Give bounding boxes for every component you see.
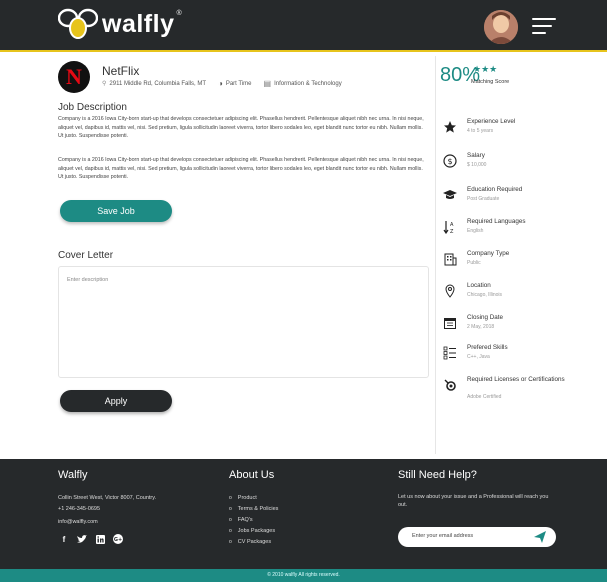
footer-about-column: About Us Product Terms & Policies FAQ's … bbox=[229, 469, 278, 548]
twitter-icon[interactable] bbox=[76, 534, 88, 544]
skills-value: C++, Java bbox=[467, 354, 490, 360]
footer-link-product[interactable]: Product bbox=[229, 493, 278, 504]
calendar-icon bbox=[444, 318, 456, 329]
location-value: Chicago, Illinois bbox=[467, 292, 503, 298]
copyright-bar: © 2010 walfly All rights reserved. bbox=[0, 569, 607, 582]
company-name[interactable]: NetFlix bbox=[102, 64, 139, 78]
sidebar-item-languages: AZ Required Languages English bbox=[440, 218, 580, 248]
social-links: f G+ bbox=[58, 534, 156, 544]
netflix-logo: N bbox=[58, 61, 90, 93]
licenses-value: Adobe Certified bbox=[467, 394, 502, 400]
apply-button[interactable]: Apply bbox=[60, 390, 172, 412]
job-address: 2911 Middle Rd, Columbia Falls, MT bbox=[109, 80, 206, 87]
logo-text: walfly bbox=[102, 9, 175, 38]
star-icon bbox=[444, 121, 456, 133]
svg-text:G+: G+ bbox=[114, 537, 122, 543]
sidebar-item-licenses: Required Licenses or Certifications Adob… bbox=[440, 376, 580, 410]
languages-title: Required Languages bbox=[467, 218, 526, 225]
logo-registered-mark: ® bbox=[176, 9, 183, 17]
sidebar-item-experience: Experience Level 4 to 5 years bbox=[440, 118, 580, 148]
footer-email[interactable]: info@walfly.com bbox=[58, 517, 156, 528]
education-title: Education Required bbox=[467, 186, 523, 193]
skills-title: Prefered Skills bbox=[467, 344, 508, 351]
sidebar-item-education: Education Required Post Graduate bbox=[440, 186, 580, 216]
top-header: walfly ® bbox=[0, 0, 607, 52]
matching-score-label: Matching Score bbox=[471, 79, 510, 85]
building-icon bbox=[444, 253, 457, 266]
location-title: Location bbox=[467, 282, 491, 289]
experience-title: Experience Level bbox=[467, 118, 516, 125]
dollar-icon: $ bbox=[443, 154, 457, 168]
cover-letter-placeholder: Enter description bbox=[67, 277, 109, 283]
footer-phone[interactable]: +1 246-345-0695 bbox=[58, 504, 156, 515]
skills-list-icon bbox=[443, 346, 456, 360]
footer-link-faqs[interactable]: FAQ's bbox=[229, 515, 278, 526]
footer-address: Collin Street West, Victor 8007, Country… bbox=[58, 495, 157, 501]
send-icon[interactable] bbox=[534, 531, 546, 543]
footer-link-terms[interactable]: Terms & Policies bbox=[229, 504, 279, 515]
newsletter-email-input[interactable]: Enter your email address bbox=[398, 527, 556, 547]
facebook-icon[interactable]: f bbox=[58, 534, 70, 544]
job-description-paragraph-1: Company is a 2016 Iowa City-born start-u… bbox=[58, 116, 424, 140]
job-meta: ⚲ 2911 Middle Rd, Columbia Falls, MT ◑ P… bbox=[102, 79, 348, 88]
footer-contact-column: Walfly Collin Street West, Victor 8007, … bbox=[58, 469, 156, 544]
footer-help-column: Still Need Help? Let us now about your i… bbox=[398, 469, 558, 509]
rating-stars-icon: ★★★ bbox=[473, 64, 498, 74]
footer-brand-heading: Walfly bbox=[58, 469, 88, 481]
location-pin-icon: ⚲ bbox=[102, 81, 107, 87]
location-pin-icon bbox=[445, 284, 455, 298]
company-type-title: Company Type bbox=[467, 250, 510, 257]
avatar-portrait-icon bbox=[484, 10, 518, 44]
google-plus-icon[interactable]: G+ bbox=[112, 534, 124, 544]
hamburger-menu-icon[interactable] bbox=[532, 18, 556, 36]
sidebar-item-company-type: Company Type Public bbox=[440, 250, 580, 280]
bee-logo-icon bbox=[58, 8, 98, 39]
job-description-paragraph-2: Company is a 2016 Iowa City-born start-u… bbox=[58, 157, 424, 181]
closing-date-title: Closing Date bbox=[467, 314, 504, 321]
footer-about-heading: About Us bbox=[229, 469, 275, 481]
company-type-value: Public bbox=[467, 260, 481, 266]
sidebar-item-location: Location Chicago, Illinois bbox=[440, 282, 580, 312]
user-avatar[interactable] bbox=[484, 10, 518, 44]
svg-text:Z: Z bbox=[450, 229, 454, 234]
salary-title: Salary bbox=[467, 152, 485, 159]
job-industry: Information & Technology bbox=[274, 80, 342, 87]
job-type: Part Time bbox=[225, 80, 252, 87]
sidebar-item-skills: Prefered Skills C++, Java bbox=[440, 344, 580, 374]
svg-text:A: A bbox=[450, 222, 454, 228]
footer-help-text: Let us now about your issue and a Profes… bbox=[398, 494, 549, 508]
svg-text:$: $ bbox=[447, 157, 452, 166]
footer-link-jobs-packages[interactable]: Jobs Packages bbox=[229, 526, 278, 537]
footer-help-heading: Still Need Help? bbox=[398, 469, 477, 481]
education-value: Post Graduate bbox=[467, 196, 500, 202]
licenses-title: Required Licenses or Certifications bbox=[467, 376, 565, 383]
linkedin-icon[interactable] bbox=[94, 534, 106, 544]
sort-alpha-icon: AZ bbox=[443, 221, 454, 234]
company-header: N bbox=[58, 61, 90, 93]
sidebar-item-closing-date: Closing Date 2 May, 2018 bbox=[440, 314, 580, 344]
closing-date-value: 2 May, 2018 bbox=[467, 324, 495, 330]
save-job-button[interactable]: Save Job bbox=[60, 200, 172, 222]
graduation-cap-icon bbox=[443, 190, 457, 199]
languages-value: English bbox=[467, 228, 484, 234]
salary-value: $ 10,000 bbox=[467, 162, 487, 168]
experience-value: 4 to 5 years bbox=[467, 128, 494, 134]
footer-link-cv-packages[interactable]: CV Packages bbox=[229, 537, 278, 548]
walfly-logo[interactable]: walfly ® bbox=[58, 7, 182, 41]
job-description-heading: Job Description bbox=[58, 102, 127, 113]
sidebar-item-salary: $ Salary $ 10,000 bbox=[440, 152, 580, 182]
cover-letter-textarea[interactable]: Enter description bbox=[58, 266, 429, 378]
site-footer: Walfly Collin Street West, Victor 8007, … bbox=[0, 459, 607, 569]
sidebar-divider bbox=[435, 56, 436, 454]
email-input-placeholder: Enter your email address bbox=[412, 533, 474, 539]
document-icon: ▤ bbox=[263, 79, 272, 88]
certificate-icon bbox=[444, 379, 456, 391]
half-circle-icon: ◑ bbox=[218, 79, 223, 88]
cover-letter-heading: Cover Letter bbox=[58, 250, 114, 261]
